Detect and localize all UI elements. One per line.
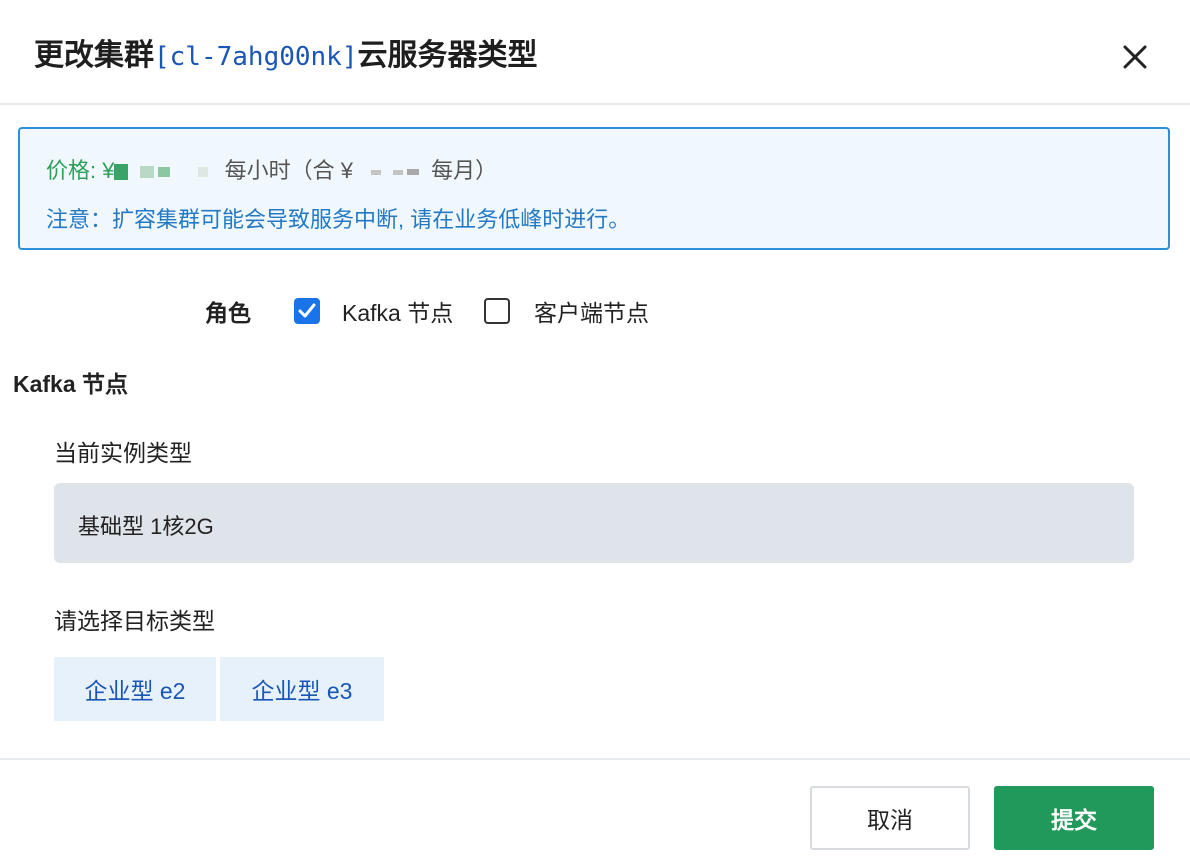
current-type-label: 当前实例类型 (54, 440, 192, 466)
redacted-price (198, 167, 209, 178)
redacted-price (406, 169, 419, 176)
dialog-header: 更改集群[cl-7ahg00nk]云服务器类型 (0, 0, 1190, 105)
dialog-title: 更改集群[cl-7ahg00nk]云服务器类型 (34, 30, 538, 74)
change-instance-type-dialog: 更改集群[cl-7ahg00nk]云服务器类型 价格: ¥ 每小时（合 ¥ 每月… (0, 0, 1190, 868)
per-hour-label: 每小时（合 ¥ (224, 158, 353, 183)
redacted-price (370, 169, 381, 175)
title-prefix: 更改集群 (34, 39, 154, 72)
warning-text: 注意：扩容集群可能会导致服务中断, 请在业务低峰时进行。 (46, 207, 631, 232)
role-label: 角色 (205, 300, 251, 326)
kafka-node-checkbox[interactable] (294, 298, 320, 324)
kafka-section-title: Kafka 节点 (13, 371, 129, 397)
title-suffix: 云服务器类型 (357, 39, 538, 72)
redacted-price (392, 169, 403, 175)
target-type-option-e2[interactable]: 企业型 e2 (54, 657, 216, 721)
client-node-checkbox[interactable] (484, 298, 510, 324)
current-type-value: 基础型 1核2G (78, 514, 214, 539)
per-month-label: 每月） (431, 158, 498, 183)
cluster-id: [cl-7ahg00nk] (154, 42, 358, 72)
cancel-button[interactable]: 取消 (810, 786, 970, 850)
target-type-option-e3[interactable]: 企业型 e3 (220, 657, 384, 721)
target-type-label: 请选择目标类型 (54, 608, 215, 634)
role-row: 角色 Kafka 节点 客户端节点 (0, 288, 1190, 332)
price-line: 价格: ¥ 每小时（合 ¥ 每月） (46, 153, 497, 185)
redacted-price (158, 167, 171, 178)
price-label: 价格: ¥ (46, 158, 115, 183)
submit-button[interactable]: 提交 (994, 786, 1154, 850)
checkmark-icon (298, 303, 316, 318)
redacted-price (114, 164, 129, 181)
close-icon[interactable] (1118, 40, 1152, 74)
dialog-footer: 取消 提交 (0, 758, 1190, 868)
redacted-price (140, 166, 155, 179)
kafka-node-checkbox-label[interactable]: Kafka 节点 (342, 294, 453, 328)
current-type-field: 基础型 1核2G (54, 483, 1134, 563)
price-notice: 价格: ¥ 每小时（合 ¥ 每月） 注意：扩容集群可能会导致服务中断, 请在业务… (18, 127, 1170, 250)
client-node-checkbox-label[interactable]: 客户端节点 (534, 294, 649, 328)
